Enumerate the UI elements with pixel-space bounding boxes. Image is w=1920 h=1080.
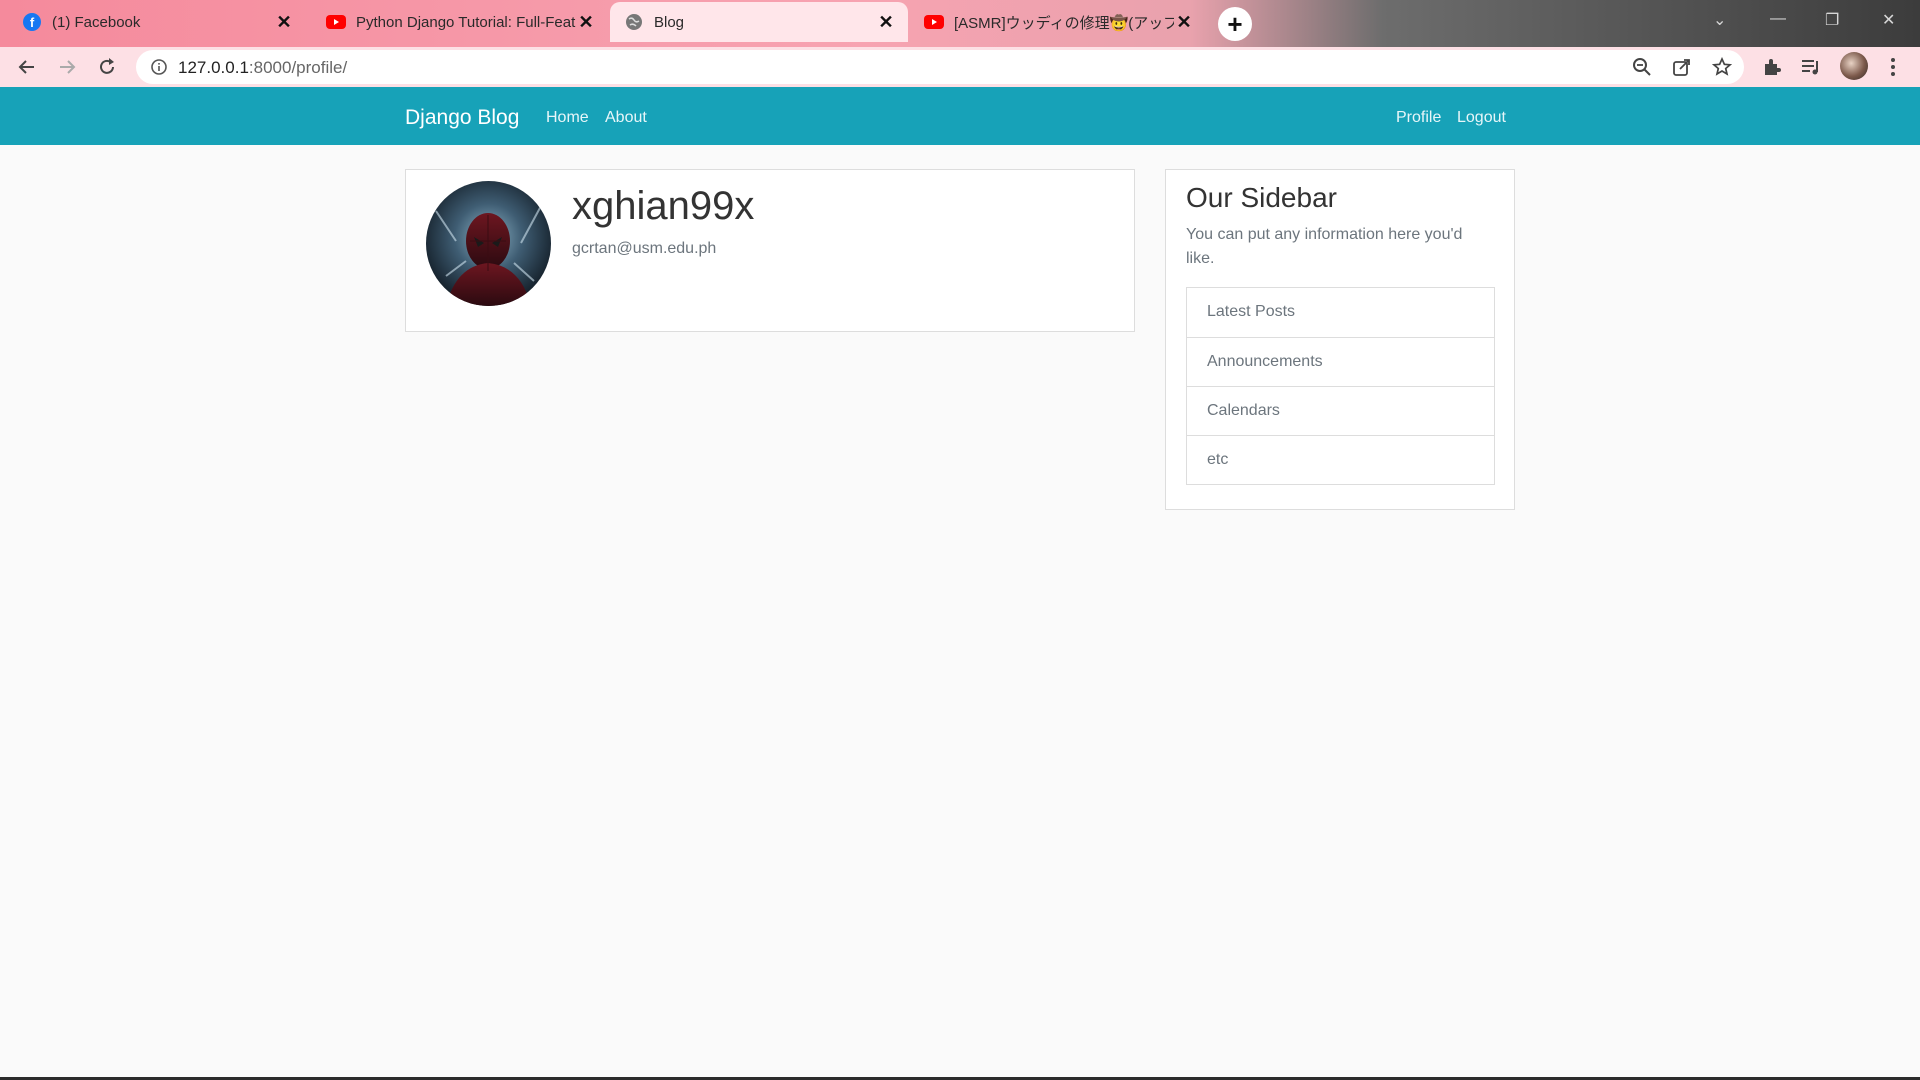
address-bar[interactable]: 127.0.0.1:8000/profile/ — [136, 50, 1744, 84]
tab-search-icon[interactable]: ⌄ — [1713, 10, 1726, 30]
sidebar-list: Latest Posts Announcements Calendars etc — [1186, 287, 1495, 485]
nav-link-profile[interactable]: Profile — [1396, 109, 1441, 127]
tab-title: (1) Facebook — [52, 13, 141, 31]
svg-text:f: f — [30, 15, 35, 30]
close-window-icon[interactable]: ✕ — [1882, 10, 1895, 30]
profile-email: gcrtan@usm.edu.ph — [572, 240, 717, 257]
sidebar-card: Our Sidebar You can put any information … — [1165, 169, 1515, 510]
facebook-icon: f — [22, 12, 42, 32]
back-icon[interactable] — [13, 53, 41, 81]
youtube-icon — [326, 12, 346, 32]
tab-title: [ASMR]ウッディの修理🤠(アップグレード — [954, 14, 1174, 32]
sidebar-description: You can put any information here you'd l… — [1186, 226, 1463, 267]
forward-icon[interactable] — [53, 53, 81, 81]
sidebar-item-etc[interactable]: etc — [1187, 435, 1494, 484]
browser-toolbar: 127.0.0.1:8000/profile/ — [0, 47, 1920, 87]
menu-kebab-icon[interactable] — [1882, 56, 1904, 78]
profile-username: xghian99x — [572, 184, 755, 228]
sidebar-item-announcements[interactable]: Announcements — [1187, 337, 1494, 386]
site-info-icon[interactable] — [150, 58, 168, 76]
close-tab-icon[interactable]: ✕ — [876, 12, 896, 32]
zoom-icon[interactable] — [1632, 57, 1652, 77]
globe-icon — [624, 12, 644, 32]
minimize-icon[interactable]: — — [1770, 10, 1786, 28]
nav-link-about[interactable]: About — [605, 109, 647, 127]
tab-title: Blog — [654, 13, 685, 31]
site-brand-link[interactable]: Django Blog — [405, 106, 519, 130]
bookmark-star-icon[interactable] — [1712, 57, 1732, 77]
close-tab-icon[interactable]: ✕ — [1174, 12, 1194, 32]
sidebar-item-calendars[interactable]: Calendars — [1187, 386, 1494, 435]
media-controls-icon[interactable] — [1800, 56, 1822, 78]
browser-tab-active[interactable]: Blog ✕ — [610, 2, 908, 42]
url-text[interactable]: 127.0.0.1:8000/profile/ — [178, 58, 347, 78]
restore-icon[interactable]: ❐ — [1825, 10, 1839, 30]
new-tab-button[interactable]: + — [1218, 7, 1252, 41]
nav-link-home[interactable]: Home — [546, 109, 589, 127]
site-navbar: Django Blog Home About Profile Logout — [0, 87, 1920, 145]
sidebar-item-latest-posts[interactable]: Latest Posts — [1187, 288, 1494, 337]
profile-card: xghian99x gcrtan@usm.edu.ph — [405, 169, 1135, 332]
browser-tab[interactable]: f (1) Facebook ✕ — [8, 2, 306, 42]
close-tab-icon[interactable]: ✕ — [274, 12, 294, 32]
tab-title: Python Django Tutorial: Full-Featured — [356, 13, 576, 31]
browser-tab[interactable]: [ASMR]ウッディの修理🤠(アップグレード ✕ — [910, 2, 1206, 42]
browser-tab[interactable]: Python Django Tutorial: Full-Featured ✕ — [312, 2, 608, 42]
youtube-icon — [924, 12, 944, 32]
profile-avatar — [426, 181, 551, 306]
reload-icon[interactable] — [93, 53, 121, 81]
share-icon[interactable] — [1672, 57, 1692, 77]
close-tab-icon[interactable]: ✕ — [576, 12, 596, 32]
browser-tab-strip: f (1) Facebook ✕ Python Django Tutorial:… — [0, 0, 1920, 47]
extensions-icon[interactable] — [1761, 56, 1783, 78]
sidebar-title: Our Sidebar — [1186, 182, 1337, 213]
user-avatar-icon[interactable] — [1840, 52, 1868, 80]
nav-link-logout[interactable]: Logout — [1457, 109, 1506, 127]
